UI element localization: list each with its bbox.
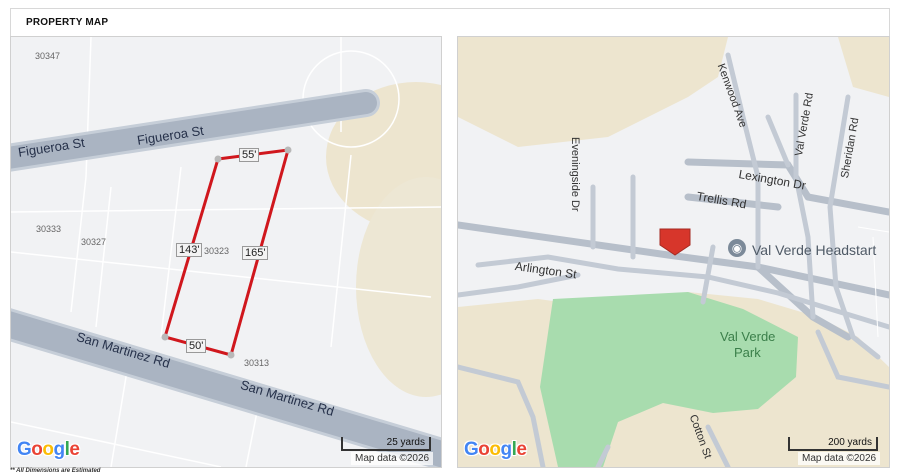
dimension-label: 143' (176, 243, 203, 257)
area-overview-map[interactable]: Kenwood Ave Val Verde Rd Sheridan Rd Eve… (457, 36, 890, 468)
parcel-number: 30327 (81, 237, 107, 247)
page-title: PROPERTY MAP (26, 17, 109, 28)
terrain-area (458, 37, 728, 147)
parcel-number: 30323 (204, 246, 230, 256)
dimension-label: 55' (239, 148, 260, 162)
terrain-area (838, 37, 889, 97)
google-logo: Google (17, 439, 80, 460)
google-logo: Google (464, 439, 527, 460)
map-attribution[interactable]: Map data ©2026 (351, 452, 434, 465)
dimension-label: 50' (186, 339, 207, 353)
dimensions-footnote: ** All Dimensions are Estimated (10, 468, 101, 474)
property-map-header: PROPERTY MAP (10, 8, 890, 36)
dimension-label: 165' (242, 246, 269, 260)
place-label[interactable]: Val Verde Headstart (752, 242, 876, 258)
parcel-number: 30313 (244, 358, 270, 368)
property-detail-map[interactable]: 30347 30333 30327 30323 30313 Figueroa S… (10, 36, 442, 468)
parcel-number: 30333 (36, 224, 62, 234)
map-attribution[interactable]: Map data ©2026 (798, 452, 881, 465)
parcel-number: 30347 (35, 51, 61, 61)
place-label: Val Verde (720, 329, 776, 344)
place-label: Park (734, 345, 761, 360)
map-scale-bar: 200 yards (788, 437, 878, 451)
map-scale-bar: 25 yards (341, 437, 431, 451)
location-pin-icon[interactable] (658, 227, 692, 257)
street-label: Eveningside Dr (569, 137, 581, 212)
school-icon[interactable]: ◉ (728, 239, 746, 257)
